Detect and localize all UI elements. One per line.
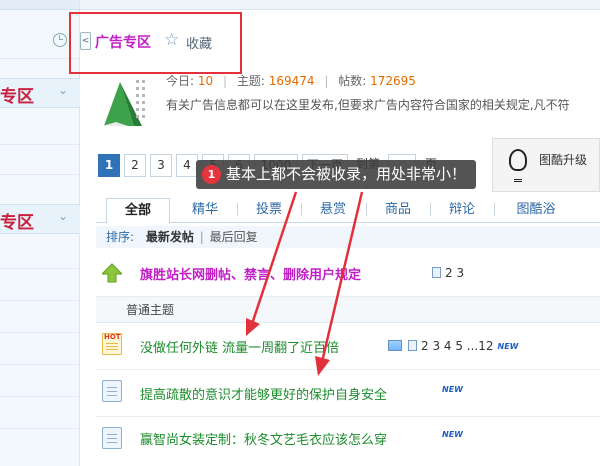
annotation-arrows [246,191,364,376]
arrow-head [315,356,330,376]
arrow-line [250,191,298,325]
arrow-line [320,191,364,363]
